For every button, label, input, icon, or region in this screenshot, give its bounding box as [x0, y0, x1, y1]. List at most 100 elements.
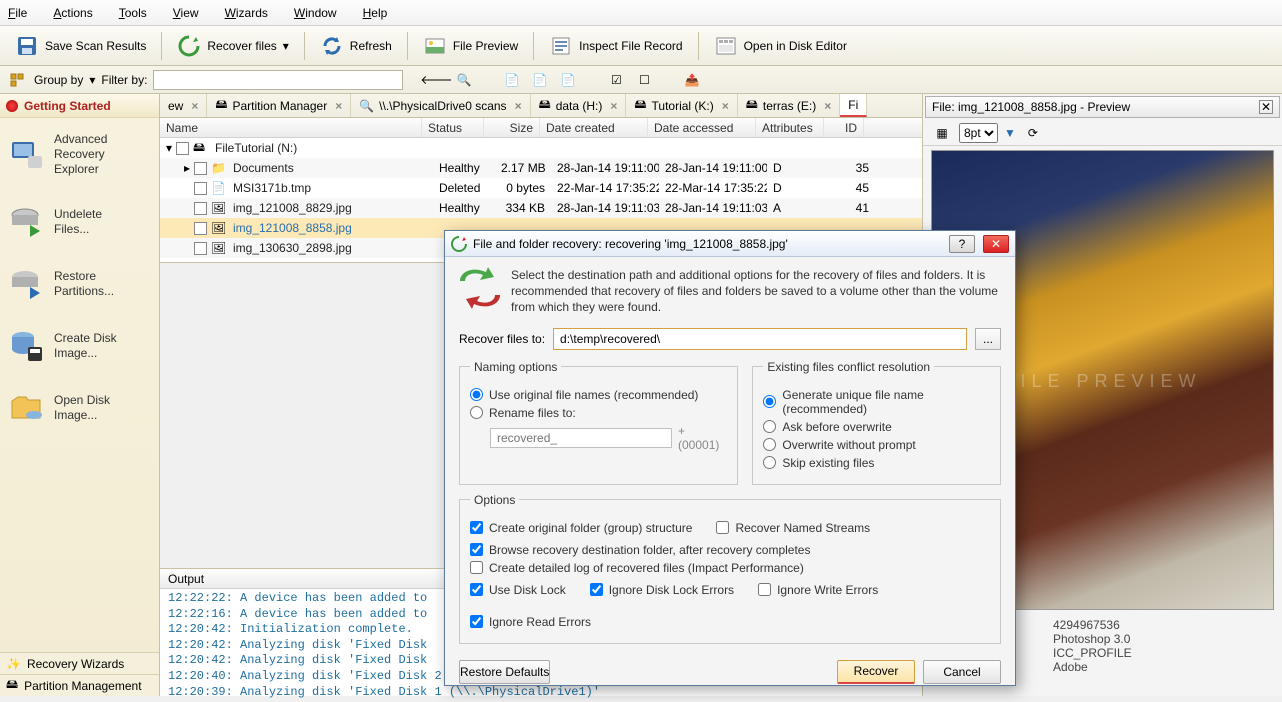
check-icon[interactable]: ☑ — [605, 69, 627, 91]
check-named[interactable]: Recover Named Streams — [716, 521, 870, 535]
check-struct[interactable]: Create original folder (group) structure — [470, 521, 692, 535]
folder-db-icon — [10, 391, 44, 425]
col-name[interactable]: Name — [160, 118, 422, 137]
restore-defaults-button[interactable]: Restore Defaults — [459, 660, 550, 684]
close-icon[interactable]: × — [191, 99, 198, 113]
export-icon[interactable]: 📤 — [681, 69, 703, 91]
refresh-button[interactable]: Refresh — [311, 29, 401, 63]
menu-wizards[interactable]: Wizards — [225, 6, 268, 20]
table-row[interactable]: 📄MSI3171b.tmpDeleted0 bytes22-Mar-14 17:… — [160, 178, 922, 198]
sidebar-footer-wizards[interactable]: ✨ Recovery Wizards — [0, 652, 159, 674]
browse-button[interactable]: ... — [975, 328, 1001, 350]
table-row[interactable]: ▾🖴FileTutorial (N:) — [160, 138, 922, 158]
sidebar-footer-partition[interactable]: 🖴 Partition Management — [0, 674, 159, 696]
sidebar-item-label: Advanced Recovery Explorer — [54, 132, 107, 177]
radio-use-original[interactable]: Use original file names (recommended) — [470, 388, 727, 402]
copy-icon[interactable]: 📄 — [557, 69, 579, 91]
copy-icon[interactable]: 📄 — [501, 69, 523, 91]
nav-icon[interactable]: 🡐 — [425, 69, 447, 91]
check-lock[interactable]: Use Disk Lock — [470, 583, 566, 597]
menu-window[interactable]: Window — [294, 6, 337, 20]
close-icon[interactable]: ✕ — [1259, 100, 1273, 114]
sidebar-item-advanced[interactable]: Advanced Recovery Explorer — [0, 118, 159, 191]
menu-tools[interactable]: Tools — [119, 6, 147, 20]
sidebar-item-open-image[interactable]: Open Disk Image... — [0, 377, 159, 439]
recover-files-button[interactable]: Recover files ▾ — [168, 29, 297, 63]
copy-icon[interactable]: 📄 — [529, 69, 551, 91]
check-ign-write[interactable]: Ignore Write Errors — [758, 583, 878, 597]
row-checkbox[interactable] — [194, 182, 207, 195]
menu-bar: File Actions Tools View Wizards Window H… — [0, 0, 1282, 26]
recover-to-input[interactable] — [553, 328, 967, 350]
group-by-label[interactable]: Group by — [34, 73, 83, 87]
sidebar-item-label: Restore Partitions... — [54, 269, 114, 299]
menu-file[interactable]: File — [8, 6, 27, 20]
inspect-button[interactable]: Inspect File Record — [540, 29, 691, 63]
check-browse[interactable]: Browse recovery destination folder, afte… — [470, 543, 990, 557]
close-button[interactable]: ✕ — [983, 235, 1009, 253]
help-button[interactable]: ? — [949, 235, 975, 253]
drive-restore-icon — [10, 267, 44, 301]
check-log[interactable]: Create detailed log of recovered files (… — [470, 561, 990, 575]
save-scan-button[interactable]: Save Scan Results — [6, 29, 155, 63]
chevron-down-icon: ▾ — [283, 39, 289, 53]
radio-gen-unique[interactable]: Generate unique file name (recommended) — [763, 388, 990, 416]
file-icon: 🖼 — [211, 201, 227, 215]
rotate-icon[interactable]: ⟳ — [1022, 122, 1044, 144]
sidebar-item-restore[interactable]: Restore Partitions... — [0, 253, 159, 315]
tab-partition-manager[interactable]: 🖴Partition Manager× — [207, 94, 351, 117]
close-icon[interactable]: × — [335, 99, 342, 113]
sidebar-header-label: Getting Started — [24, 99, 111, 113]
col-accessed[interactable]: Date accessed — [648, 118, 756, 137]
uncheck-icon[interactable]: ☐ — [633, 69, 655, 91]
tab-active-truncated[interactable]: Fi — [840, 94, 867, 117]
radio-rename[interactable]: Rename files to: — [470, 406, 727, 420]
tree-icon[interactable] — [6, 69, 28, 91]
tab-truncated[interactable]: ew× — [160, 94, 207, 117]
col-attributes[interactable]: Attributes — [756, 118, 824, 137]
sidebar-item-undelete[interactable]: Undelete Files... — [0, 191, 159, 253]
font-size-select[interactable]: 8pt — [959, 123, 998, 143]
tab-data-h[interactable]: 🖴data (H:)× — [531, 94, 627, 117]
floppy-icon — [15, 34, 39, 58]
file-preview-button[interactable]: File Preview — [414, 29, 527, 63]
menu-actions[interactable]: Actions — [53, 6, 92, 20]
dialog-titlebar[interactable]: File and folder recovery: recovering 'im… — [445, 231, 1015, 257]
recover-button[interactable]: Recover — [837, 660, 915, 684]
check-ign-read[interactable]: Ignore Read Errors — [470, 615, 591, 629]
cancel-button[interactable]: Cancel — [923, 660, 1001, 684]
drive-icon: 🖴 — [539, 95, 551, 116]
save-scan-label: Save Scan Results — [45, 39, 146, 53]
table-row[interactable]: 🖼img_121008_8829.jpgHealthy334 KB28-Jan-… — [160, 198, 922, 218]
rename-input[interactable] — [490, 428, 672, 448]
row-checkbox[interactable] — [194, 222, 207, 235]
table-row[interactable]: ▸📁DocumentsHealthy2.17 MB28-Jan-14 19:11… — [160, 158, 922, 178]
col-size[interactable]: Size — [484, 118, 540, 137]
radio-ask[interactable]: Ask before overwrite — [763, 420, 990, 434]
grid-icon[interactable]: ▦ — [931, 122, 953, 144]
close-icon[interactable]: × — [722, 99, 729, 113]
row-checkbox[interactable] — [194, 242, 207, 255]
col-created[interactable]: Date created — [540, 118, 648, 137]
tab-terras-e[interactable]: 🖴terras (E:)× — [738, 94, 840, 117]
row-checkbox[interactable] — [194, 202, 207, 215]
radio-overwrite[interactable]: Overwrite without prompt — [763, 438, 990, 452]
menu-help[interactable]: Help — [363, 6, 388, 20]
radio-skip[interactable]: Skip existing files — [763, 456, 990, 470]
tab-tutorial-k[interactable]: 🖴Tutorial (K:)× — [626, 94, 737, 117]
row-checkbox[interactable] — [194, 162, 207, 175]
row-checkbox[interactable] — [176, 142, 189, 155]
close-icon[interactable]: × — [610, 99, 617, 113]
nav-icon[interactable]: 🔍 — [453, 69, 475, 91]
col-id[interactable]: ID — [824, 118, 864, 137]
check-ign-lock[interactable]: Ignore Disk Lock Errors — [590, 583, 734, 597]
sidebar-item-create-image[interactable]: Create Disk Image... — [0, 315, 159, 377]
filter-input[interactable] — [153, 70, 403, 90]
menu-view[interactable]: View — [173, 6, 199, 20]
open-disk-editor-button[interactable]: Open in Disk Editor — [705, 29, 856, 63]
close-icon[interactable]: × — [824, 99, 831, 113]
tab-physicaldrive0[interactable]: 🔍\\.\PhysicalDrive0 scans× — [351, 94, 530, 117]
col-status[interactable]: Status — [422, 118, 484, 137]
naming-legend: Naming options — [470, 360, 561, 374]
close-icon[interactable]: × — [515, 99, 522, 113]
